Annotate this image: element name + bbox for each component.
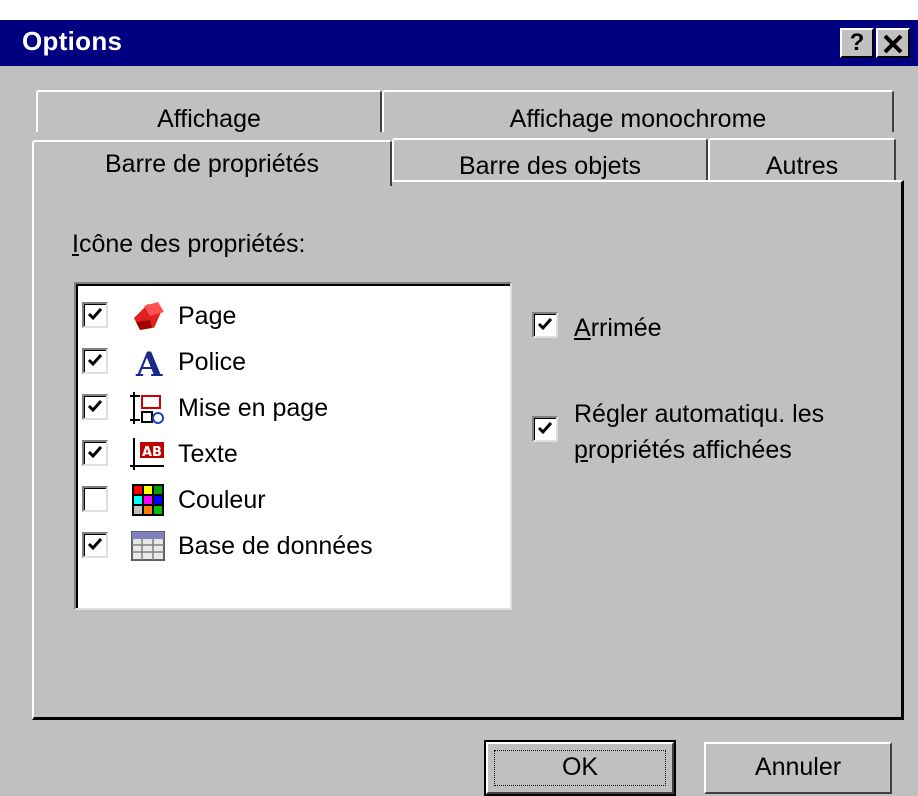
list-item[interactable]: Couleur: [82, 478, 502, 522]
item-label: Texte: [178, 440, 238, 468]
list-label: Icône des propriétés:: [72, 230, 306, 258]
item-label: Mise en page: [178, 394, 329, 422]
text-icon: AB: [130, 438, 164, 470]
tab-affichage-monochrome[interactable]: Affichage monochrome: [382, 90, 894, 133]
database-icon: [131, 531, 165, 561]
cancel-label: Annuler: [754, 753, 842, 781]
page-icon: [134, 302, 164, 330]
cancel-button[interactable]: Annuler: [704, 742, 892, 794]
close-button[interactable]: [876, 28, 910, 58]
checkbox[interactable]: [82, 486, 108, 512]
list-item[interactable]: AB Texte: [82, 432, 502, 476]
check-icon: [87, 400, 103, 413]
check-icon: [537, 422, 553, 435]
autoadjust-line1: Régler automatiqu. les: [574, 400, 825, 428]
check-icon: [537, 318, 553, 331]
focus-rect: [494, 750, 666, 786]
window-top-edge: [0, 0, 918, 20]
list-item[interactable]: A Police: [82, 340, 502, 384]
tab-autres[interactable]: Autres: [708, 138, 896, 182]
color-palette-icon: [132, 484, 164, 516]
docked-label: Arrimée: [574, 314, 662, 342]
check-icon: [87, 446, 103, 459]
tab-barre-de-proprietes[interactable]: Barre de propriétés: [32, 140, 392, 186]
tab-barre-des-objets[interactable]: Barre des objets: [392, 138, 708, 182]
ok-button[interactable]: OK: [484, 740, 676, 796]
list-item[interactable]: Base de données: [82, 524, 502, 568]
svg-text:AB: AB: [142, 445, 162, 460]
item-label: Page: [178, 302, 237, 330]
close-icon: [883, 34, 903, 54]
layout-icon: [130, 392, 164, 424]
check-icon: [87, 354, 103, 367]
docked-checkbox[interactable]: [532, 312, 558, 338]
autoadjust-label: Régler automatiqu. les propriétés affich…: [574, 400, 825, 464]
font-icon: A: [135, 345, 163, 380]
options-dialog: Options ? Affichage Affichage monochrome…: [0, 20, 918, 796]
item-label: Police: [178, 348, 247, 376]
checkbox[interactable]: [82, 302, 108, 328]
checkbox[interactable]: [82, 440, 108, 466]
list-item[interactable]: Mise en page: [82, 386, 502, 430]
properties-listbox[interactable]: Page A Police Mise en page AB Texte Coul…: [74, 282, 512, 610]
svg-text:A: A: [135, 345, 163, 380]
item-label: Couleur: [178, 486, 266, 514]
tab-affichage[interactable]: Affichage: [36, 90, 382, 133]
list-item[interactable]: Page: [82, 294, 502, 338]
title-bar[interactable]: Options ?: [0, 20, 918, 66]
check-icon: [87, 308, 103, 321]
autoadjust-checkbox[interactable]: [532, 416, 558, 442]
tab-label: Affichage: [157, 105, 261, 133]
help-button[interactable]: ?: [840, 28, 874, 58]
tab-panel: Icône des propriétés: Page A Police Mise…: [32, 180, 904, 720]
checkbox[interactable]: [82, 394, 108, 420]
tab-label: Barre de propriétés: [104, 150, 319, 178]
item-label: Base de données: [178, 532, 373, 560]
check-icon: [87, 538, 103, 551]
checkbox[interactable]: [82, 348, 108, 374]
window-title: Options: [22, 26, 123, 56]
checkbox[interactable]: [82, 532, 108, 558]
